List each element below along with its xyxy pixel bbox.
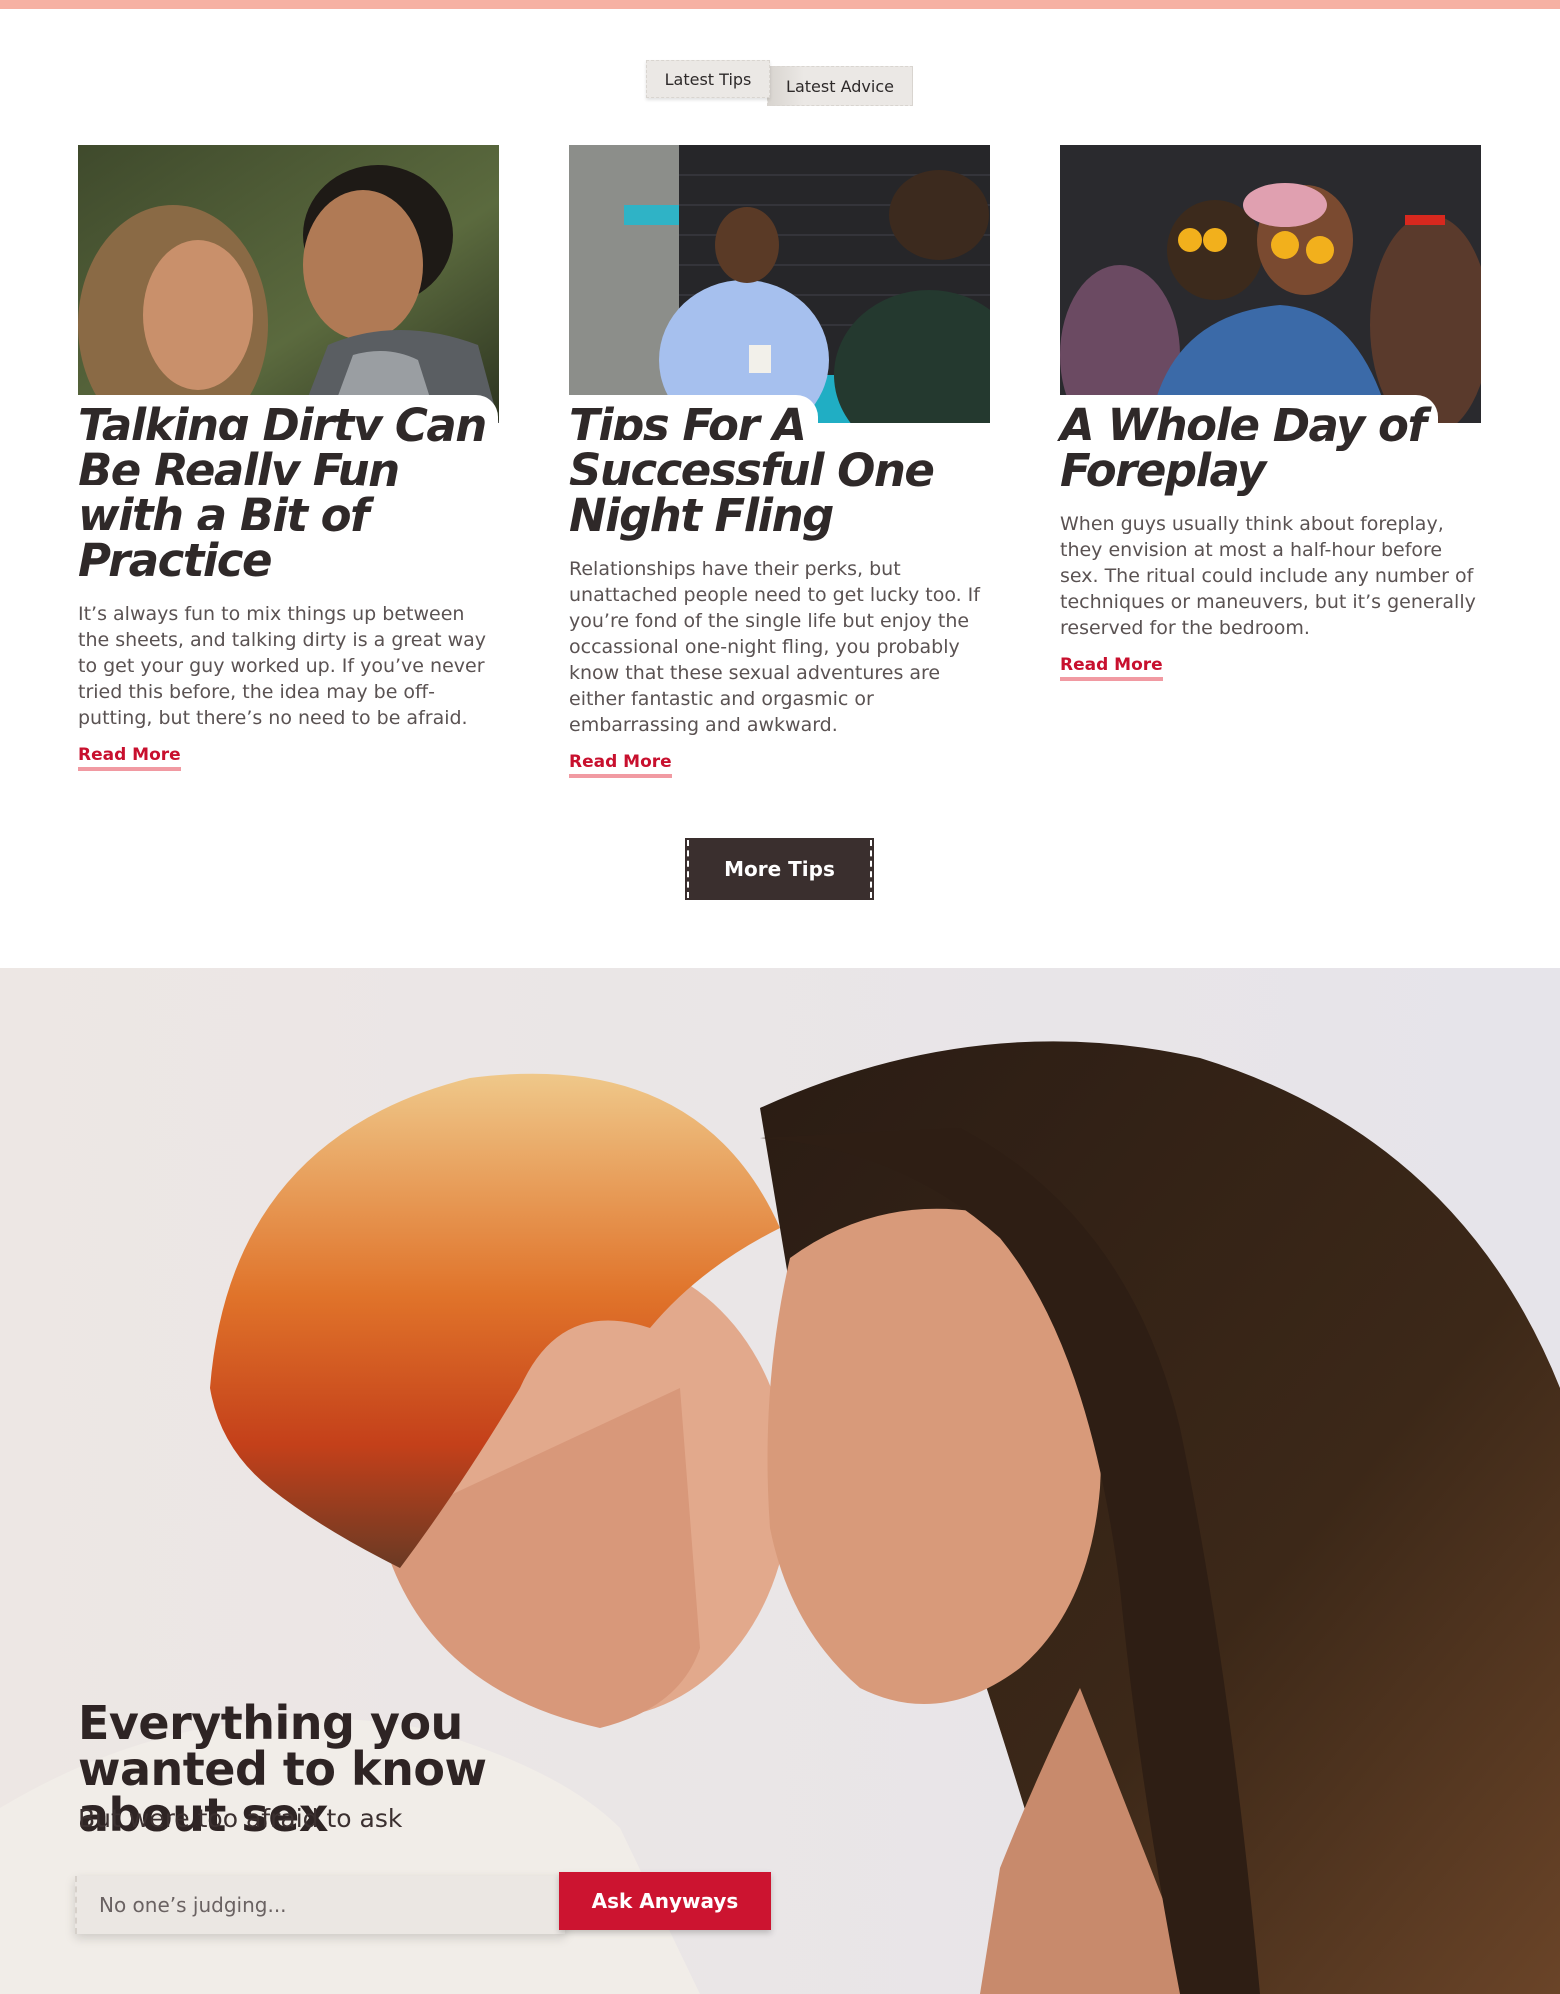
read-more-link[interactable]: Read More	[78, 745, 181, 771]
article-image-couple[interactable]	[78, 145, 499, 423]
article-title[interactable]: Talking Dirty Can Be Really Fun with a B…	[78, 395, 499, 587]
article-title[interactable]: Tips For A Successful One Night Fling	[569, 395, 990, 542]
tab-latest-tips[interactable]: Latest Tips	[646, 60, 770, 98]
content-tabs: Latest Advice Latest Tips	[0, 60, 1560, 106]
article-excerpt: When guys usually think about foreplay, …	[1060, 513, 1476, 639]
more-tips-button[interactable]: More Tips	[685, 838, 874, 900]
read-more-link[interactable]: Read More	[1060, 655, 1163, 681]
tab-latest-advice[interactable]: Latest Advice	[767, 66, 913, 106]
article-card: Talking Dirty Can Be Really Fun with a B…	[78, 145, 499, 771]
ask-anyways-button[interactable]: Ask Anyways	[559, 1872, 771, 1930]
article-excerpt: It’s always fun to mix things up between…	[78, 603, 487, 729]
article-card: A Whole Day of Foreplay When guys usuall…	[1060, 145, 1481, 681]
article-excerpt: Relationships have their perks, but unat…	[569, 558, 980, 736]
article-card: Tips For A Successful One Night Fling Re…	[569, 145, 990, 778]
article-title[interactable]: A Whole Day of Foreplay	[1060, 395, 1481, 497]
read-more-link[interactable]: Read More	[569, 752, 672, 778]
top-accent-bar	[0, 0, 1560, 9]
question-input[interactable]	[75, 1876, 565, 1934]
hero-subtitle: But were too afraid to ask	[78, 1804, 403, 1833]
ask-question-form: Ask Anyways	[75, 1872, 775, 1936]
article-image-hug[interactable]	[1060, 145, 1481, 423]
article-image-cafe[interactable]	[569, 145, 990, 423]
